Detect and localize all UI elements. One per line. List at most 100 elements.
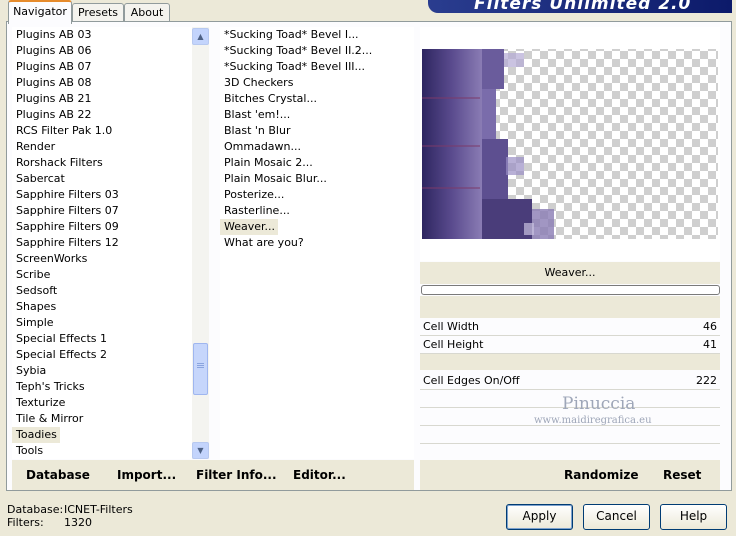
category-item[interactable]: Toadies — [12, 427, 192, 443]
category-item[interactable]: Plugins AB 03 — [12, 27, 192, 43]
category-item[interactable]: Plugins AB 21 — [12, 91, 192, 107]
import-link[interactable]: Import... — [117, 468, 176, 482]
filter-item-label: *Sucking Toad* Bevel II.2... — [224, 44, 373, 57]
category-item-label: Render — [16, 140, 56, 153]
progress-spacer — [420, 296, 720, 318]
category-item[interactable]: Plugins AB 22 — [12, 107, 192, 123]
database-label: Database: — [7, 503, 64, 516]
category-item[interactable]: Sapphire Filters 03 — [12, 187, 192, 203]
category-item[interactable]: Render — [12, 139, 192, 155]
category-item-label: Toadies — [12, 427, 60, 443]
category-item-label: Sabercat — [16, 172, 65, 185]
category-scrollbar[interactable]: ▲ ▼ — [192, 27, 209, 459]
category-item-label: Tile & Mirror — [16, 412, 84, 425]
category-item-label: Teph's Tricks — [16, 380, 85, 393]
editor-link[interactable]: Editor... — [293, 468, 346, 482]
category-item[interactable]: Sapphire Filters 12 — [12, 235, 192, 251]
category-item[interactable]: Scribe — [12, 267, 192, 283]
preview-image — [422, 49, 718, 239]
filter-item-label: Posterize... — [224, 188, 285, 201]
help-button[interactable]: Help — [660, 504, 727, 530]
category-item[interactable]: Sybia — [12, 363, 192, 379]
category-item-label: RCS Filter Pak 1.0 — [16, 124, 113, 137]
category-item-label: Plugins AB 07 — [16, 60, 92, 73]
category-item[interactable]: Special Effects 1 — [12, 331, 192, 347]
category-item[interactable]: Rorshack Filters — [12, 155, 192, 171]
database-value: ICNET-Filters — [64, 503, 133, 516]
category-item-label: Special Effects 2 — [16, 348, 108, 361]
app-banner: Filters Unlimited 2.0 — [428, 0, 732, 13]
tab-navigator[interactable]: Navigator — [8, 0, 72, 24]
filter-item-label: Weaver... — [220, 219, 279, 235]
category-item[interactable]: Plugins AB 07 — [12, 59, 192, 75]
filter-item[interactable]: *Sucking Toad* Bevel II.2... — [220, 43, 414, 59]
filter-item[interactable]: Rasterline... — [220, 203, 414, 219]
category-item-label: Sapphire Filters 07 — [16, 204, 119, 217]
filter-item-label: 3D Checkers — [224, 76, 294, 89]
filter-item[interactable]: Plain Mosaic 2... — [220, 155, 414, 171]
reset-link[interactable]: Reset — [663, 468, 701, 482]
param-cell-width[interactable]: Cell Width 46 — [420, 318, 720, 335]
scroll-thumb[interactable] — [193, 343, 208, 395]
category-item[interactable]: Plugins AB 08 — [12, 75, 192, 91]
filter-info-link[interactable]: Filter Info... — [196, 468, 277, 482]
category-item[interactable]: Sapphire Filters 09 — [12, 219, 192, 235]
scroll-down-button[interactable]: ▼ — [192, 442, 209, 459]
filter-item[interactable]: What are you? — [220, 235, 414, 251]
filter-item-label: Plain Mosaic 2... — [224, 156, 313, 169]
category-item[interactable]: Simple — [12, 315, 192, 331]
category-item-label: Rorshack Filters — [16, 156, 103, 169]
param-cell-edges[interactable]: Cell Edges On/Off 222 — [420, 372, 720, 389]
category-item-label: Plugins AB 08 — [16, 76, 92, 89]
category-item[interactable]: Teph's Tricks — [12, 379, 192, 395]
cancel-button[interactable]: Cancel — [583, 504, 650, 530]
category-item[interactable]: Sabercat — [12, 171, 192, 187]
category-item-label: Sapphire Filters 09 — [16, 220, 119, 233]
database-link[interactable]: Database — [26, 468, 90, 482]
filter-item[interactable]: Ommadawn... — [220, 139, 414, 155]
tab-presets[interactable]: Presets — [72, 3, 124, 22]
filter-item-label: *Sucking Toad* Bevel III... — [224, 60, 366, 73]
tab-about[interactable]: About — [124, 3, 170, 22]
filter-item[interactable]: *Sucking Toad* Bevel III... — [220, 59, 414, 75]
scroll-up-button[interactable]: ▲ — [192, 28, 209, 45]
randomize-link[interactable]: Randomize — [564, 468, 638, 482]
filter-item[interactable]: Blast 'n Blur — [220, 123, 414, 139]
param-cell-height[interactable]: Cell Height 41 — [420, 336, 720, 353]
filter-item-label: Bitches Crystal... — [224, 92, 317, 105]
filter-item[interactable]: Weaver... — [220, 219, 414, 235]
filter-item[interactable]: Bitches Crystal... — [220, 91, 414, 107]
category-item[interactable]: Plugins AB 06 — [12, 43, 192, 59]
filter-item-label: What are you? — [224, 236, 304, 249]
category-list[interactable]: Plugins AB 03 Plugins AB 06 Plugins AB 07 P… — [12, 27, 192, 459]
category-item[interactable]: ScreenWorks — [12, 251, 192, 267]
filter-item[interactable]: Plain Mosaic Blur... — [220, 171, 414, 187]
category-item-label: Simple — [16, 316, 54, 329]
filter-item[interactable]: Posterize... — [220, 187, 414, 203]
category-item[interactable]: Sedsoft — [12, 283, 192, 299]
watermark-url: www.maidiregrafica.eu — [534, 415, 652, 426]
param-gap — [420, 354, 720, 370]
category-item[interactable]: Tile & Mirror — [12, 411, 192, 427]
category-item[interactable]: Shapes — [12, 299, 192, 315]
filters-label: Filters: — [7, 516, 44, 529]
category-item[interactable]: Tools — [12, 443, 192, 459]
filter-item[interactable]: *Sucking Toad* Bevel I... — [220, 27, 414, 43]
category-item[interactable]: Texturize — [12, 395, 192, 411]
filter-item[interactable]: Blast 'em!... — [220, 107, 414, 123]
filter-item-label: Rasterline... — [224, 204, 290, 217]
category-item[interactable]: RCS Filter Pak 1.0 — [12, 123, 192, 139]
filter-list[interactable]: *Sucking Toad* Bevel I... *Sucking Toad* … — [220, 27, 414, 459]
app-title: Filters Unlimited 2.0 — [474, 0, 692, 13]
category-item-label: Plugins AB 21 — [16, 92, 92, 105]
category-item-label: ScreenWorks — [16, 252, 88, 265]
category-item-label: Plugins AB 06 — [16, 44, 92, 57]
category-item[interactable]: Special Effects 2 — [12, 347, 192, 363]
preview-area — [420, 27, 720, 261]
category-item[interactable]: Sapphire Filters 07 — [12, 203, 192, 219]
filter-item[interactable]: 3D Checkers — [220, 75, 414, 91]
filter-item-label: Blast 'em!... — [224, 108, 291, 121]
apply-button[interactable]: Apply — [506, 504, 573, 530]
progress-bar — [421, 285, 720, 295]
filter-item-label: *Sucking Toad* Bevel I... — [224, 28, 359, 41]
